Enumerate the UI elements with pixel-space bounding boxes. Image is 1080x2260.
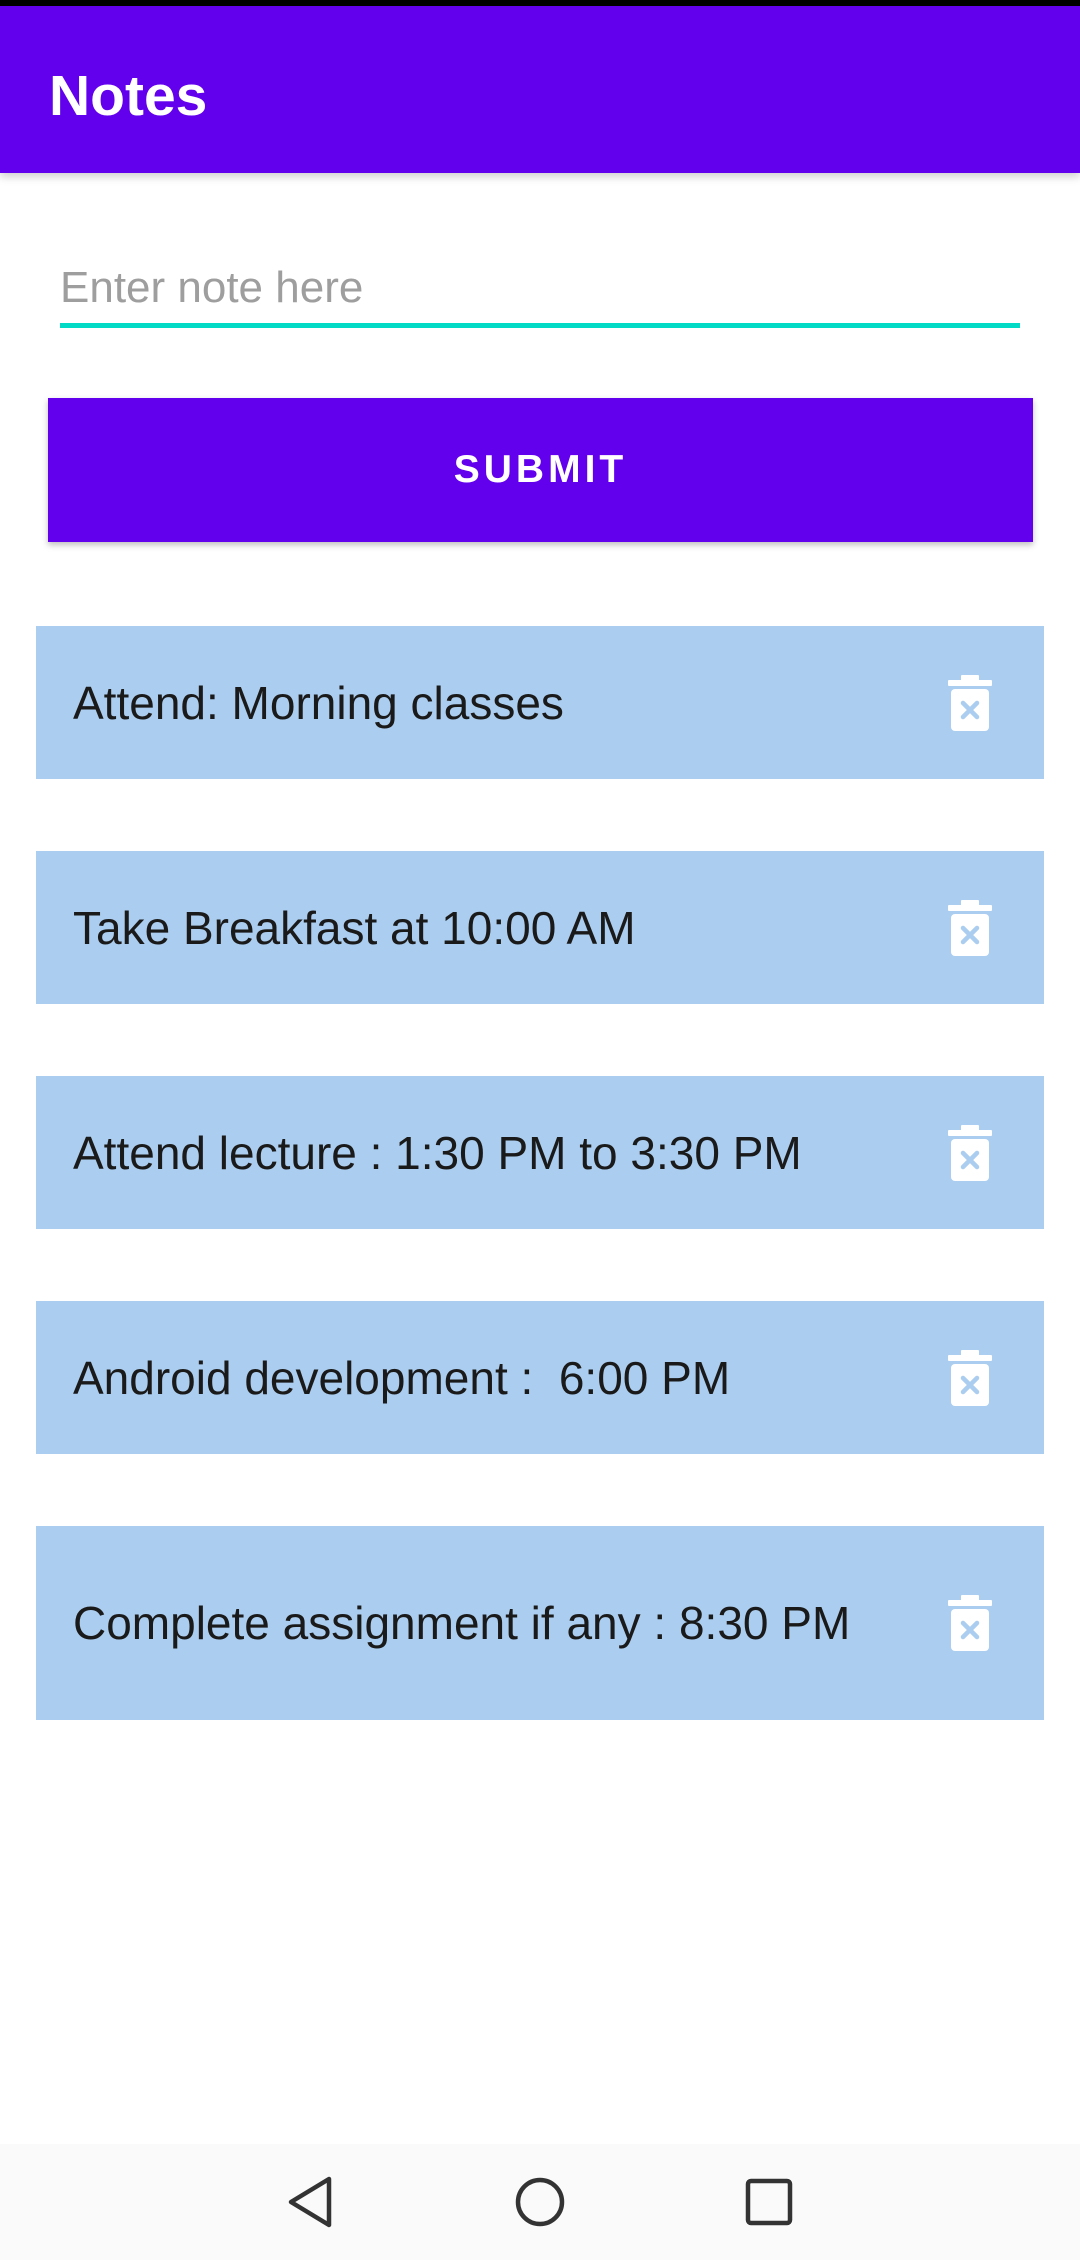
note-input[interactable] [60, 252, 1020, 328]
note-text: Android development : 6:00 PM [73, 1351, 731, 1404]
trash-icon[interactable] [948, 1595, 992, 1651]
note-text: Take Breakfast at 10:00 AM [73, 901, 636, 954]
note-item: Take Breakfast at 10:00 AM [36, 851, 1044, 1004]
note-text: Attend: Morning classes [73, 676, 564, 729]
note-list: Attend: Morning classes Take Breakfast a… [36, 626, 1044, 1792]
note-item: Attend lecture : 1:30 PM to 3:30 PM [36, 1076, 1044, 1229]
system-nav-bar [0, 2144, 1080, 2260]
trash-icon[interactable] [948, 1349, 992, 1406]
back-button[interactable] [255, 2144, 365, 2260]
note-text: Attend lecture : 1:30 PM to 3:30 PM [73, 1126, 802, 1179]
note-text: Complete assignment if any : 8:30 PM [73, 1597, 851, 1649]
note-item: Attend: Morning classes [36, 626, 1044, 779]
app-bar: Notes [0, 6, 1080, 173]
notes-screen: Notes SUBMIT Attend: Morning classes Tak… [0, 0, 1080, 2260]
trash-icon[interactable] [948, 1124, 992, 1181]
trash-icon[interactable] [948, 899, 992, 956]
note-item: Complete assignment if any : 8:30 PM [36, 1526, 1044, 1720]
submit-button[interactable]: SUBMIT [48, 398, 1033, 542]
trash-icon[interactable] [948, 674, 992, 731]
recents-icon [745, 2178, 793, 2226]
app-title: Notes [49, 64, 208, 128]
back-icon [288, 2176, 332, 2228]
note-item: Android development : 6:00 PM [36, 1301, 1044, 1454]
home-icon [515, 2177, 565, 2227]
home-button[interactable] [485, 2144, 595, 2260]
recents-button[interactable] [714, 2144, 824, 2260]
